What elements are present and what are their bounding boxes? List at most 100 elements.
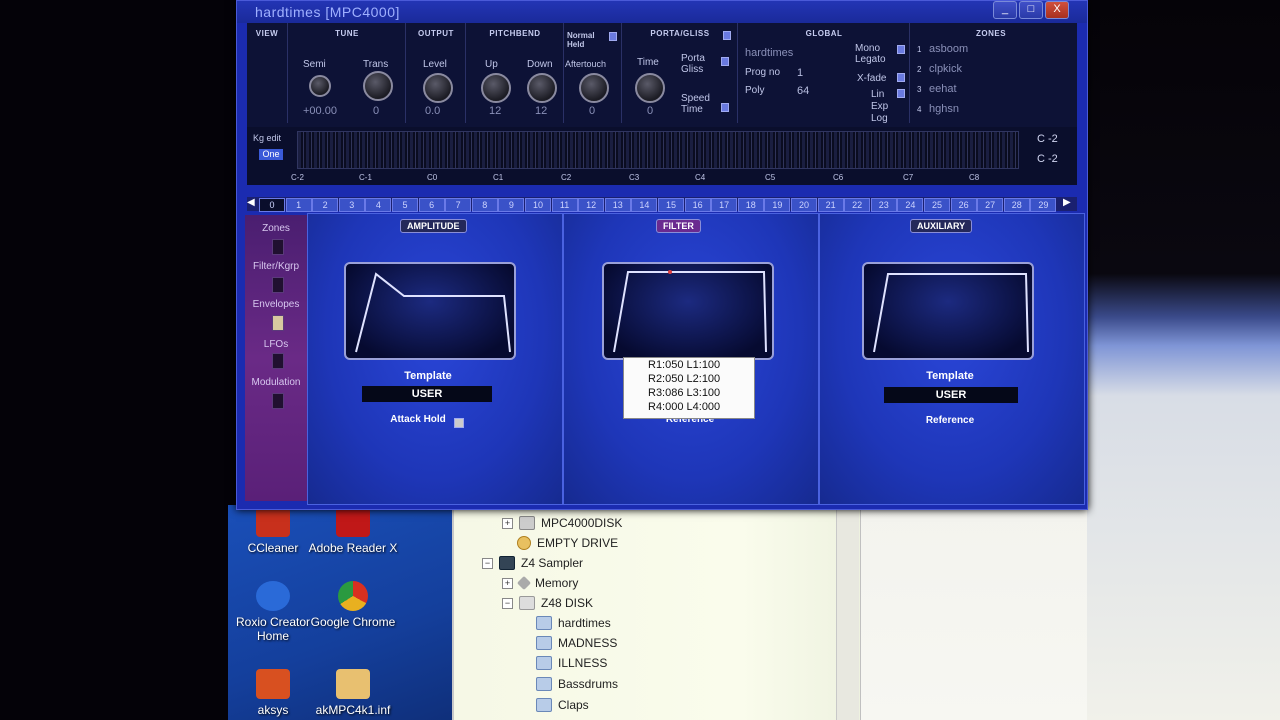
tree-item[interactable]: MADNESS xyxy=(536,634,617,652)
auxiliary-template-select[interactable]: USER xyxy=(884,387,1018,403)
zone-number-23[interactable]: 23 xyxy=(870,198,897,212)
zone-number-20[interactable]: 20 xyxy=(791,198,817,212)
zone-number-24[interactable]: 24 xyxy=(897,198,924,212)
filter-envelope-graph[interactable] xyxy=(602,262,774,360)
roxio-icon xyxy=(256,581,290,611)
zone-number-11[interactable]: 11 xyxy=(551,198,578,212)
level-knob[interactable] xyxy=(423,73,453,103)
kg-edit-one-button[interactable]: One xyxy=(259,149,283,160)
sidebar-zones[interactable]: Zones xyxy=(245,223,307,234)
tree-item[interactable]: hardtimes xyxy=(536,614,611,632)
top-controls: VIEW TUNE Semi Trans +00.00 0 OUTPUT Lev… xyxy=(247,23,1077,127)
adobe-reader-desktop-icon[interactable]: Adobe Reader X xyxy=(308,507,398,555)
amplitude-tab[interactable]: AMPLITUDE xyxy=(400,219,467,233)
held-toggle[interactable] xyxy=(609,32,617,41)
auxiliary-tab[interactable]: AUXILIARY xyxy=(910,219,973,233)
pitchbend-up-knob[interactable] xyxy=(481,73,511,103)
zone-number-0[interactable]: 0 xyxy=(259,198,285,212)
sidebar-modulation[interactable]: Modulation xyxy=(245,377,307,388)
zone-number-12[interactable]: 12 xyxy=(578,198,605,212)
expand-icon[interactable]: + xyxy=(502,577,513,589)
zone-3-name[interactable]: eehat xyxy=(929,83,957,95)
zone-number-17[interactable]: 17 xyxy=(711,198,738,212)
zone-number-21[interactable]: 21 xyxy=(817,198,844,212)
close-button[interactable]: X xyxy=(1045,1,1069,19)
scroll-right-icon[interactable]: ▶ xyxy=(1063,197,1071,208)
tree-scrollbar[interactable] xyxy=(836,508,859,720)
collapse-icon[interactable]: − xyxy=(502,597,513,609)
tree-item[interactable]: − Z48 DISK xyxy=(502,594,593,612)
zone-number-27[interactable]: 27 xyxy=(977,198,1004,212)
zone-number-14[interactable]: 14 xyxy=(631,198,658,212)
scroll-left-icon[interactable]: ◀ xyxy=(247,197,255,208)
minimize-button[interactable]: _ xyxy=(993,1,1017,19)
zone-number-1[interactable]: 1 xyxy=(285,198,312,212)
sidebar-envelopes[interactable]: Envelopes xyxy=(245,299,307,310)
tree-item[interactable]: Bassdrums xyxy=(536,675,618,693)
zone-number-bar: ◀ ▶ 0 1 2 3 4 5 6 7 8 9 10 11 12 13 14 15 16 17 18 19 20 21 22… xyxy=(247,197,1077,212)
mono-legato-toggle[interactable] xyxy=(897,45,905,54)
tree-item[interactable]: Claps xyxy=(536,696,589,714)
zone-number-8[interactable]: 8 xyxy=(471,198,498,212)
window-title: hardtimes [MPC4000] xyxy=(255,4,400,20)
roxio-desktop-icon[interactable]: Roxio Creator Home xyxy=(228,581,318,643)
tree-item[interactable]: − Z4 Sampler xyxy=(482,554,583,572)
zone-number-16[interactable]: 16 xyxy=(684,198,711,212)
envelope-values-tooltip: R1:050 L1:100 R2:050 L2:100 R3:086 L3:10… xyxy=(623,357,755,419)
porta-led[interactable] xyxy=(723,31,731,40)
filter-tab[interactable]: FILTER xyxy=(656,219,701,233)
collapse-icon[interactable]: − xyxy=(482,557,493,569)
zone-number-9[interactable]: 9 xyxy=(498,198,525,212)
inf-file-desktop-icon[interactable]: akMPC4k1.inf xyxy=(308,669,398,717)
zone-number-13[interactable]: 13 xyxy=(604,198,631,212)
zone-number-10[interactable]: 10 xyxy=(525,198,551,212)
zone-number-29[interactable]: 29 xyxy=(1030,198,1057,212)
sidebar-filter-kgrp[interactable]: Filter/Kgrp xyxy=(245,261,307,272)
zone-number-18[interactable]: 18 xyxy=(737,198,764,212)
semi-knob[interactable] xyxy=(309,75,331,97)
xfade-toggle[interactable] xyxy=(897,73,905,82)
tree-item[interactable]: + MPC4000DISK xyxy=(502,514,622,532)
amplitude-template-select[interactable]: USER xyxy=(362,386,492,402)
section-sidebar: Zones Filter/Kgrp Envelopes LFOs Modulat… xyxy=(245,215,307,501)
title-bar[interactable]: hardtimes [MPC4000] _ □ X xyxy=(237,1,1087,23)
program-name[interactable]: hardtimes xyxy=(745,47,793,59)
zone-number-7[interactable]: 7 xyxy=(445,198,472,212)
porta-gliss-toggle[interactable] xyxy=(721,57,729,66)
zone-number-6[interactable]: 6 xyxy=(418,198,445,212)
aftertouch-knob[interactable] xyxy=(579,73,609,103)
explorer-detail-pane xyxy=(860,508,1087,720)
auxiliary-envelope-graph[interactable] xyxy=(862,262,1034,360)
tree-item[interactable]: ILLNESS xyxy=(536,654,607,672)
maximize-button[interactable]: □ xyxy=(1019,1,1043,19)
chrome-desktop-icon[interactable]: Google Chrome xyxy=(308,581,398,629)
zone-1-name[interactable]: asboom xyxy=(929,43,968,55)
pitchbend-down-knob[interactable] xyxy=(527,73,557,103)
trans-knob[interactable] xyxy=(363,71,393,101)
zone-number-15[interactable]: 15 xyxy=(658,198,684,212)
zone-number-4[interactable]: 4 xyxy=(365,198,392,212)
tree-item[interactable]: EMPTY DRIVE xyxy=(517,534,618,552)
expand-icon[interactable]: + xyxy=(502,517,513,529)
background-room xyxy=(1086,0,1280,720)
sidebar-lfos[interactable]: LFOs xyxy=(245,339,307,350)
porta-time-knob[interactable] xyxy=(635,73,665,103)
zone-number-2[interactable]: 2 xyxy=(312,198,339,212)
keyboard[interactable] xyxy=(297,131,1019,169)
aksys-desktop-icon[interactable]: aksys xyxy=(228,669,318,717)
tree-item[interactable]: + Memory xyxy=(502,574,578,592)
zone-4-name[interactable]: hghsn xyxy=(929,103,959,115)
zone-number-25[interactable]: 25 xyxy=(924,198,950,212)
zone-number-3[interactable]: 3 xyxy=(338,198,365,212)
zone-number-26[interactable]: 26 xyxy=(950,198,977,212)
zone-number-19[interactable]: 19 xyxy=(764,198,791,212)
speed-time-toggle[interactable] xyxy=(721,103,729,112)
zone-number-28[interactable]: 28 xyxy=(1003,198,1030,212)
attack-hold-checkbox[interactable] xyxy=(454,418,464,428)
amplitude-envelope-graph[interactable] xyxy=(344,262,516,360)
zone-number-5[interactable]: 5 xyxy=(392,198,418,212)
lin-toggle[interactable] xyxy=(897,89,905,98)
ccleaner-desktop-icon[interactable]: CCleaner xyxy=(228,507,318,555)
zone-2-name[interactable]: clpkick xyxy=(929,63,962,75)
zone-number-22[interactable]: 22 xyxy=(844,198,871,212)
